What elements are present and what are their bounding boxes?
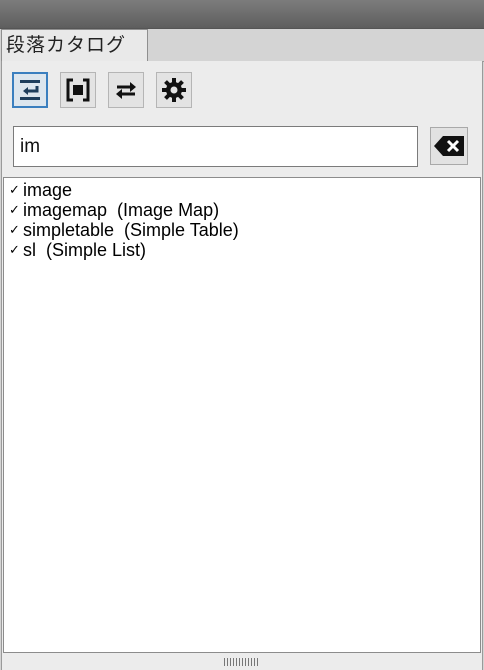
list-item-label: image [23, 179, 73, 200]
window-titlebar [0, 0, 484, 29]
checkmark-icon: ✓ [9, 182, 20, 197]
swap-button[interactable] [108, 72, 144, 108]
checkmark-icon: ✓ [9, 222, 20, 237]
list-item[interactable]: ✓ imagemap (Image Map) [4, 200, 480, 220]
list-item-label: sl (Simple List) [23, 239, 147, 260]
insert-before-button[interactable] [12, 72, 48, 108]
checkmark-icon: ✓ [9, 202, 20, 217]
wrap-button[interactable] [60, 72, 96, 108]
gear-icon [162, 78, 186, 102]
settings-button[interactable] [156, 72, 192, 108]
checkmark-icon: ✓ [9, 242, 20, 257]
clear-search-button[interactable] [430, 127, 468, 165]
clear-backspace-icon [434, 136, 464, 156]
list-item[interactable]: ✓ simpletable (Simple Table) [4, 220, 480, 240]
insert-before-icon [20, 80, 40, 100]
results-list: ✓ image ✓ imagemap (Image Map) ✓ simplet… [3, 177, 481, 653]
list-item-label: simpletable (Simple Table) [23, 219, 239, 240]
search-input[interactable] [13, 126, 418, 167]
list-item-label: imagemap (Image Map) [23, 199, 220, 220]
list-item[interactable]: ✓ sl (Simple List) [4, 240, 480, 260]
swap-arrows-icon [116, 82, 136, 99]
tab-paragraph-catalog[interactable]: 段落カタログ [1, 29, 148, 62]
resize-grip[interactable] [0, 653, 482, 670]
wrap-icon [66, 78, 90, 102]
list-item[interactable]: ✓ image [4, 180, 480, 200]
